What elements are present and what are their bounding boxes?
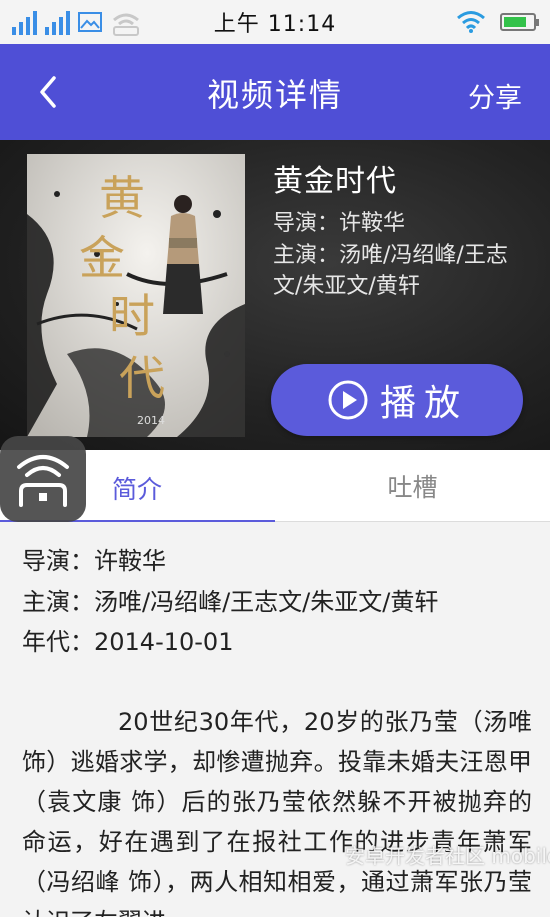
share-button[interactable]: 分享 bbox=[468, 76, 522, 115]
tab-intro-label: 简介 bbox=[112, 475, 163, 504]
detail-date: 年代：2014-10-01 bbox=[22, 628, 234, 656]
detail-cast: 主演：汤唯/冯绍峰/王志文/朱亚文/黄轩 bbox=[22, 588, 439, 616]
play-button[interactable]: 播放 bbox=[271, 364, 523, 436]
status-icons-right bbox=[456, 8, 539, 36]
svg-text:金: 金 bbox=[79, 231, 125, 285]
svg-text:时: 时 bbox=[109, 289, 155, 343]
wifi-icon bbox=[456, 10, 486, 34]
cast-icon bbox=[17, 455, 69, 507]
svg-text:2014: 2014 bbox=[137, 414, 165, 427]
svg-text:黄: 黄 bbox=[99, 171, 145, 225]
tab-comments[interactable]: 吐槽 bbox=[275, 450, 550, 522]
svg-text:代: 代 bbox=[119, 351, 165, 405]
title-bar: 视频详情 分享 bbox=[0, 44, 550, 140]
status-bar: 上午 11:14 bbox=[0, 0, 550, 44]
movie-title: 黄金时代 bbox=[273, 164, 397, 199]
intro-content: 导演：许鞍华 主演：汤唯/冯绍峰/王志文/朱亚文/黄轩 年代：2014-10-0… bbox=[0, 522, 550, 917]
battery-icon bbox=[500, 13, 539, 31]
movie-poster[interactable]: 黄 金 时 代 2014 bbox=[27, 154, 245, 437]
movie-cast: 主演：汤唯/冯绍峰/王志文/朱亚文/黄轩 bbox=[273, 243, 508, 299]
tab-comments-label: 吐槽 bbox=[387, 473, 438, 502]
play-label: 播放 bbox=[379, 383, 468, 424]
movie-hero: 黄 金 时 代 2014 黄金时代 导演：许鞍华 主演：汤唯/冯绍峰/王志文/朱… bbox=[0, 140, 550, 450]
cast-button[interactable] bbox=[0, 436, 86, 522]
movie-director: 导演：许鞍华 bbox=[273, 211, 406, 236]
play-icon bbox=[328, 380, 368, 420]
detail-director: 导演：许鞍华 bbox=[22, 547, 166, 575]
synopsis-text: 20世纪30年代，20岁的张乃莹（汤唯 饰）逃婚求学，却惨遭抛弃。投靠未婚夫汪恩… bbox=[22, 708, 532, 917]
watermark: 安卓开发者社区 mobile.cnblogs.com bbox=[345, 844, 550, 868]
